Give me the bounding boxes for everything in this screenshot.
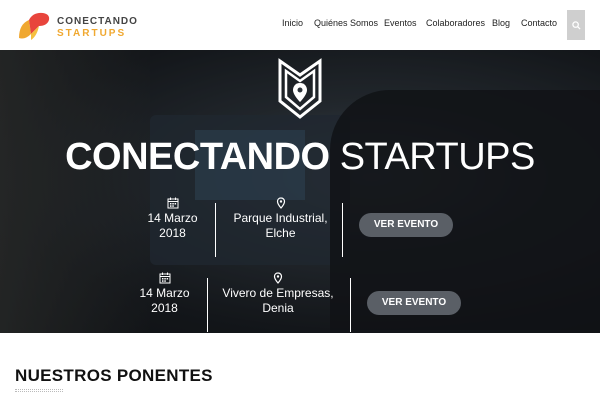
event-place-city: Elche [265, 226, 296, 240]
event-place-name: Vivero de Empresas, [222, 286, 334, 300]
site-header: CONECTANDO STARTUPS Inicio Quiénes Somos… [0, 0, 600, 50]
event-row: 14 Marzo 2018 Vivero de Empresas, Denia … [122, 272, 472, 332]
event-date-year: 2018 [159, 226, 186, 240]
event-date-day: 14 Marzo [147, 211, 198, 225]
event-place-city: Denia [262, 301, 294, 315]
section-title: NUESTROS PONENTES [15, 366, 213, 385]
event-place-name: Parque Industrial, [233, 211, 328, 225]
event-row: 14 Marzo 2018 Parque Industrial, Elche V… [130, 197, 460, 257]
nav-item-colaboradores[interactable]: Colaboradores [426, 18, 485, 28]
event-date-day: 14 Marzo [139, 286, 190, 300]
location-shield-icon [278, 58, 322, 119]
calendar-icon [167, 197, 178, 209]
hero-title-bold: CONECTANDO [65, 136, 330, 178]
logo-mark-icon [19, 12, 50, 40]
event-place: Vivero de Empresas, Denia [214, 272, 342, 328]
logo-text-line1: CONECTANDO [57, 16, 138, 27]
nav-item-blog[interactable]: Blog [492, 18, 510, 28]
logo-text-line2: STARTUPS [57, 28, 127, 39]
map-pin-icon [276, 197, 285, 209]
calendar-icon [159, 272, 170, 284]
hero-title-light: STARTUPS [339, 136, 536, 178]
search-icon [571, 20, 581, 30]
event-divider [207, 278, 208, 332]
hero-banner: CONECTANDO STARTUPS 14 Marzo 2018 Parque… [0, 50, 600, 333]
view-event-button[interactable]: VER EVENTO [367, 291, 461, 315]
nav-item-eventos[interactable]: Eventos [384, 18, 417, 28]
nav-item-inicio[interactable]: Inicio [282, 18, 303, 28]
event-date-year: 2018 [151, 301, 178, 315]
view-event-button[interactable]: VER EVENTO [359, 213, 453, 237]
site-logo[interactable]: CONECTANDO STARTUPS [17, 10, 137, 42]
search-button[interactable] [567, 10, 585, 40]
hero-title: CONECTANDO STARTUPS [0, 136, 600, 179]
event-divider [350, 278, 351, 332]
event-place: Parque Industrial, Elche [218, 197, 343, 253]
section-title-underline [15, 389, 63, 392]
nav-item-quienes-somos[interactable]: Quiénes Somos [314, 18, 378, 28]
event-date: 14 Marzo 2018 [122, 272, 207, 328]
map-pin-icon [273, 272, 283, 284]
event-divider [342, 203, 343, 257]
event-divider [215, 203, 216, 257]
nav-item-contacto[interactable]: Contacto [521, 18, 557, 28]
event-date: 14 Marzo 2018 [130, 197, 215, 253]
